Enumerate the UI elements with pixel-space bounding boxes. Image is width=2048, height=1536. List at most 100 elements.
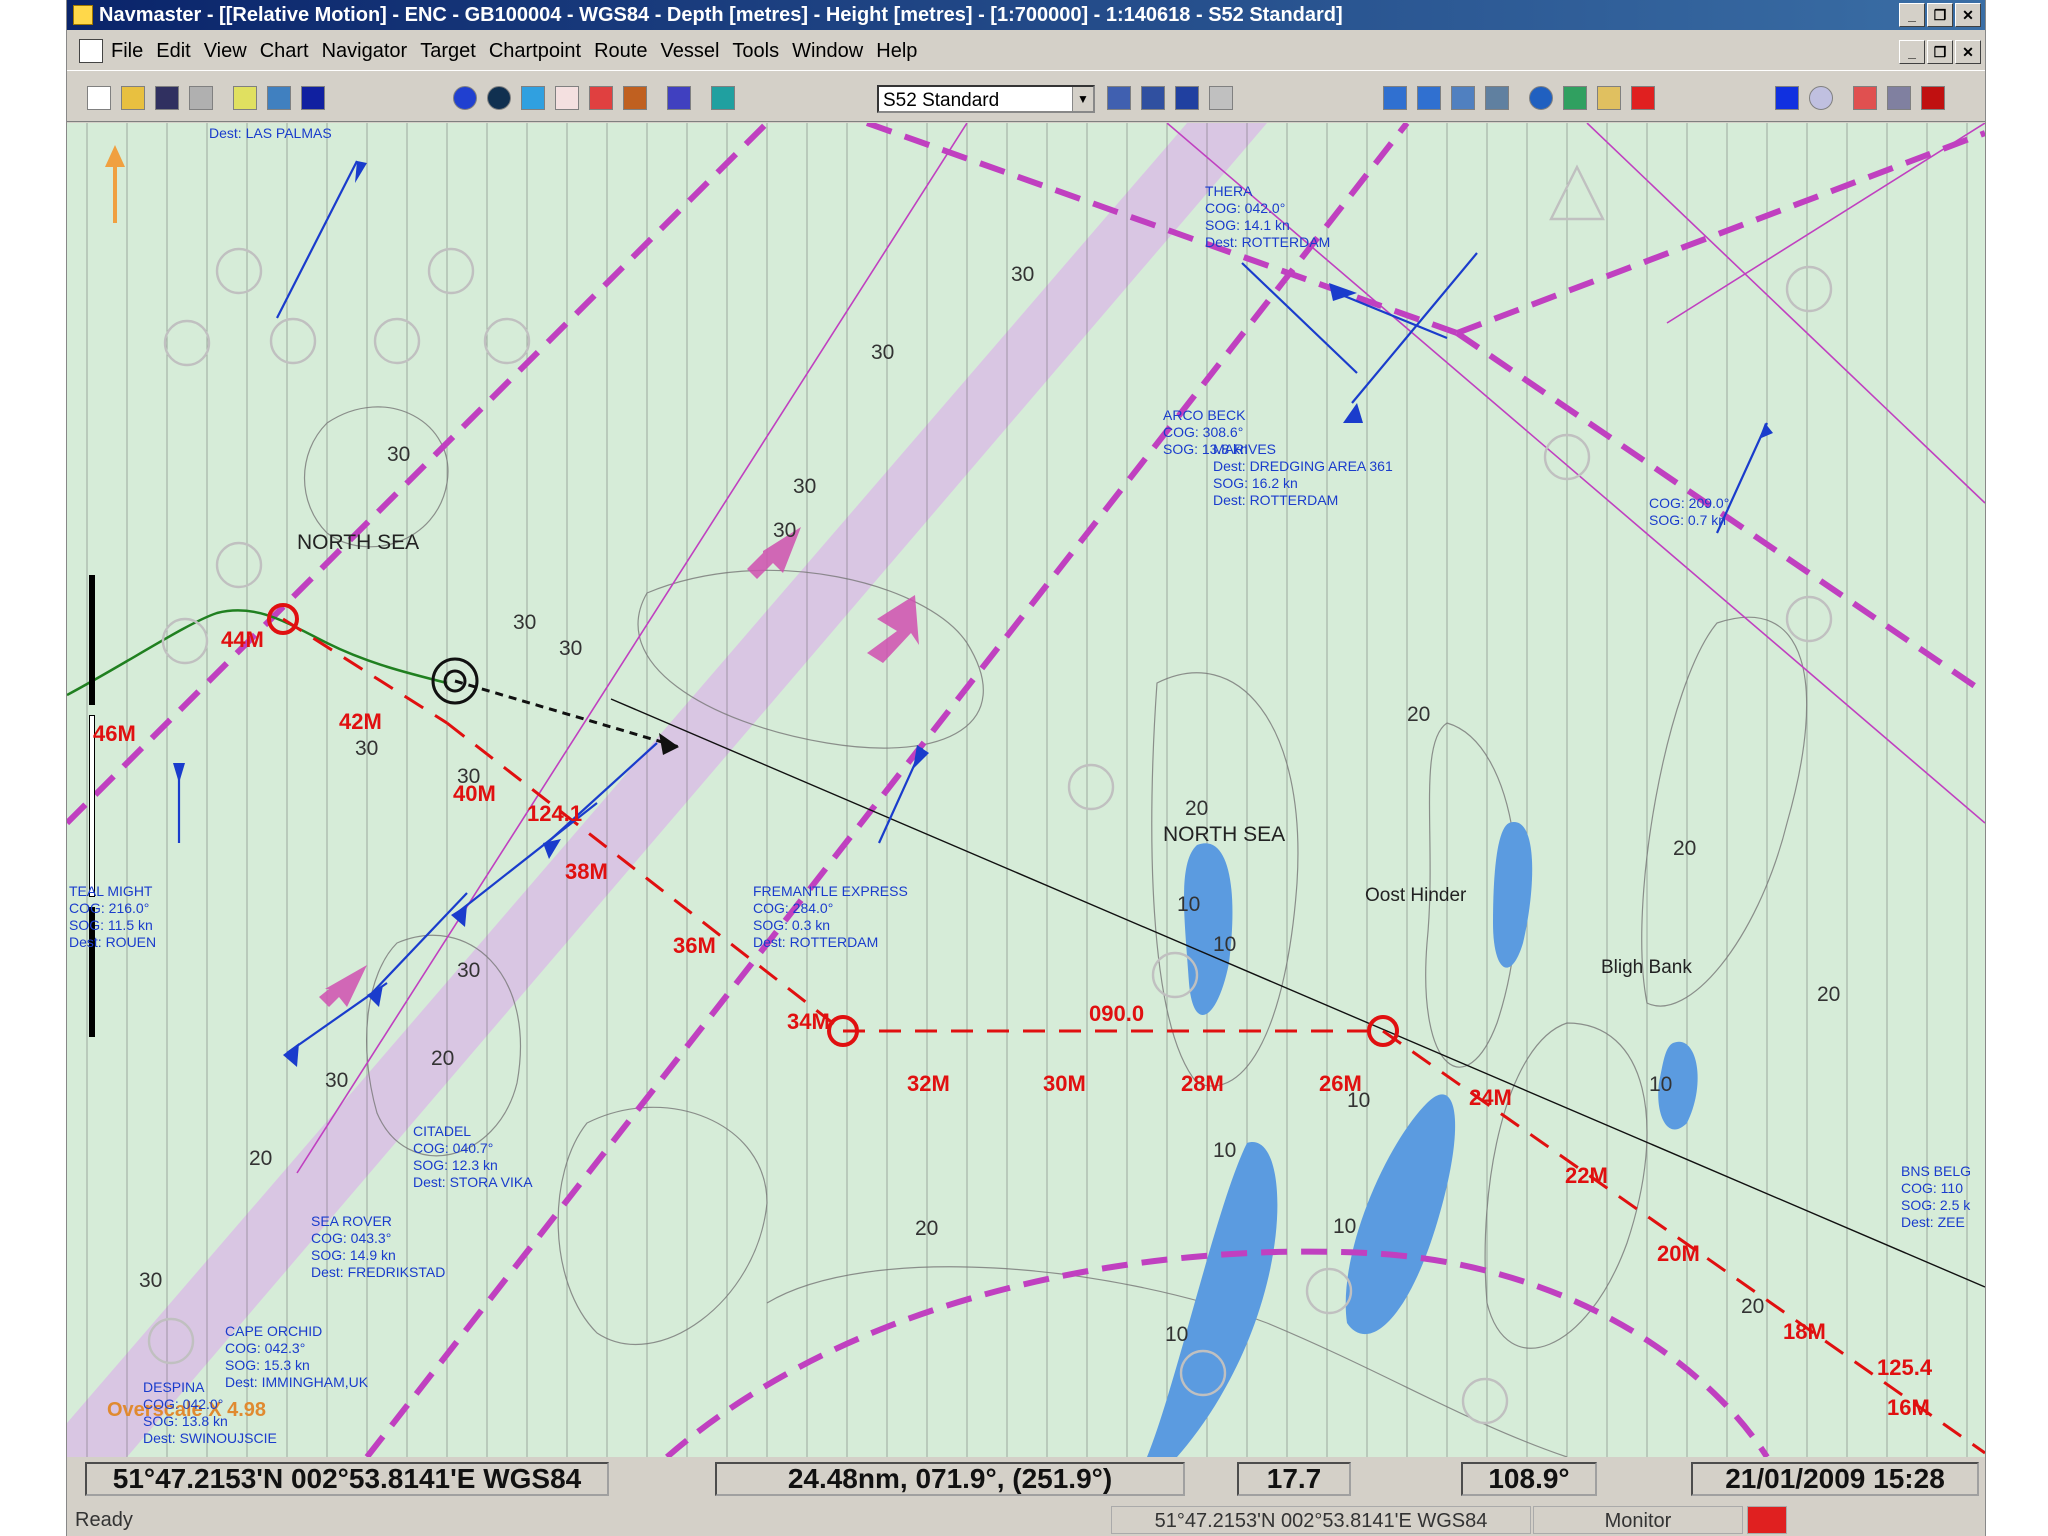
range-label: 22M bbox=[1565, 1163, 1608, 1188]
open-folder-icon[interactable] bbox=[121, 86, 145, 110]
vessel-label-line: COG: 110 bbox=[1901, 1180, 1963, 1196]
refresh-icon[interactable] bbox=[1563, 86, 1587, 110]
vessel-label[interactable]: THERA COG: 042.0° SOG: 14.1 kn Dest: ROT… bbox=[1205, 183, 1330, 251]
vessel-label[interactable]: CITADEL COG: 040.7° SOG: 12.3 kn Dest: S… bbox=[413, 1123, 533, 1191]
area-label: NORTH SEA bbox=[297, 531, 420, 554]
vessel-label-line: SOG: 13.8 kn bbox=[143, 1413, 228, 1429]
minimize-button[interactable]: _ bbox=[1899, 3, 1925, 27]
tide-icon[interactable] bbox=[521, 86, 545, 110]
vessel-label[interactable]: BNS BELG COG: 110 SOG: 2.5 k Dest: ZEE bbox=[1901, 1163, 1971, 1231]
vessel-label[interactable]: SEA ROVER COG: 043.3° SOG: 14.9 kn Dest:… bbox=[311, 1213, 445, 1281]
save-icon[interactable] bbox=[155, 86, 179, 110]
vessel-label-line: COG: 284.0° bbox=[753, 900, 834, 916]
doc-restore-button[interactable]: ❐ bbox=[1927, 40, 1953, 64]
vessel-label[interactable]: TEAL MIGHT COG: 216.0° SOG: 11.5 kn Dest… bbox=[69, 883, 156, 951]
depth-label: 30 bbox=[871, 341, 895, 364]
app-window: Navmaster - [[Relative Motion] - ENC - G… bbox=[66, 0, 1986, 1536]
range-label: 30M bbox=[1043, 1071, 1086, 1096]
day-palette-icon[interactable] bbox=[233, 86, 257, 110]
chart-folio-icon[interactable] bbox=[1107, 86, 1131, 110]
depth-label: 10 bbox=[1213, 1139, 1237, 1162]
route-leg-label: 124.1 bbox=[527, 801, 583, 826]
alarm-panel-icon[interactable] bbox=[1853, 86, 1877, 110]
close-button[interactable]: ✕ bbox=[1955, 3, 1981, 27]
route-draw-icon[interactable] bbox=[555, 86, 579, 110]
vessel-label-line: Dest: ROTTERDAM bbox=[1205, 234, 1331, 250]
new-file-icon[interactable] bbox=[87, 86, 111, 110]
menu-vessel[interactable]: Vessel bbox=[660, 40, 719, 63]
chart-catalogue-icon[interactable] bbox=[1141, 86, 1165, 110]
chart-update-icon[interactable] bbox=[1175, 86, 1199, 110]
vessel-label-line: FREMANTLE EXPRESS bbox=[753, 883, 908, 899]
speed-readout: 17.7 bbox=[1237, 1462, 1351, 1496]
range-label: 24M bbox=[1469, 1085, 1512, 1110]
display-mode-select[interactable]: S52 Standard ▼ bbox=[877, 85, 1095, 113]
measure-icon[interactable] bbox=[1597, 86, 1621, 110]
depth-label: 20 bbox=[1817, 983, 1841, 1006]
menu-chart[interactable]: Chart bbox=[260, 40, 309, 63]
menu-tools[interactable]: Tools bbox=[732, 40, 779, 63]
menu-file[interactable]: File bbox=[111, 40, 143, 63]
menu-window[interactable]: Window bbox=[792, 40, 863, 63]
tools-wrench-icon[interactable] bbox=[1887, 86, 1911, 110]
range-label: 20M bbox=[1657, 1241, 1700, 1266]
print-icon[interactable] bbox=[189, 86, 213, 110]
pan-icon[interactable] bbox=[1485, 86, 1509, 110]
chart-view[interactable]: NORTH SEA NORTH SEA Oost Hinder Bligh Ba… bbox=[67, 123, 1985, 1457]
chart-info-icon[interactable] bbox=[1209, 86, 1233, 110]
mode-indicator: Monitor bbox=[1533, 1506, 1743, 1534]
vessel-label[interactable]: FREMANTLE EXPRESS COG: 284.0° SOG: 0.3 k… bbox=[753, 883, 908, 951]
menu-chartpoint[interactable]: Chartpoint bbox=[489, 40, 581, 63]
vessel-label[interactable]: COG: 209.0° SOG: 0.7 kn bbox=[1649, 495, 1729, 529]
display-square-icon[interactable] bbox=[1775, 86, 1799, 110]
night-palette-icon[interactable] bbox=[301, 86, 325, 110]
depth-label: 10 bbox=[1333, 1215, 1357, 1238]
record-icon[interactable] bbox=[1921, 86, 1945, 110]
waypoint-icon[interactable] bbox=[589, 86, 613, 110]
menu-target[interactable]: Target bbox=[420, 40, 476, 63]
menu-help[interactable]: Help bbox=[876, 40, 917, 63]
globe-icon[interactable] bbox=[487, 86, 511, 110]
alarm-icon[interactable] bbox=[1747, 1506, 1787, 1534]
menu-edit[interactable]: Edit bbox=[156, 40, 190, 63]
range-label: 16M bbox=[1887, 1395, 1930, 1420]
vessel-label-line: SOG: 11.5 kn bbox=[69, 917, 153, 933]
compass-icon[interactable] bbox=[453, 86, 477, 110]
depth-label: 10 bbox=[1649, 1073, 1673, 1096]
vessel-label-line: SOG: 0.7 kn bbox=[1649, 512, 1727, 528]
restore-button[interactable]: ❐ bbox=[1927, 3, 1953, 27]
dusk-palette-icon[interactable] bbox=[267, 86, 291, 110]
doc-close-button[interactable]: ✕ bbox=[1955, 40, 1981, 64]
vessel-label-line: SOG: 14.1 kn bbox=[1205, 217, 1290, 233]
display-settings-icon[interactable] bbox=[711, 86, 735, 110]
vessel-label-line: SEA ROVER bbox=[311, 1213, 392, 1229]
app-icon bbox=[73, 5, 93, 25]
vessel-label-line: COG: 040.7° bbox=[413, 1140, 494, 1156]
range-label: 42M bbox=[339, 709, 382, 734]
document-icon[interactable] bbox=[79, 39, 103, 63]
range-label: 34M bbox=[787, 1009, 830, 1034]
menu-navigator[interactable]: Navigator bbox=[322, 40, 408, 63]
centre-vessel-icon[interactable] bbox=[1529, 86, 1553, 110]
menu-route[interactable]: Route bbox=[594, 40, 647, 63]
doc-minimize-button[interactable]: _ bbox=[1899, 40, 1925, 64]
zoom-in-icon[interactable] bbox=[1383, 86, 1407, 110]
status-bar: 51°47.2153'N 002°53.8141'E WGS84 24.48nm… bbox=[67, 1460, 1985, 1500]
chevron-down-icon[interactable]: ▼ bbox=[1072, 87, 1093, 111]
target-icon[interactable] bbox=[623, 86, 647, 110]
mob-icon[interactable] bbox=[1631, 86, 1655, 110]
chart-layers-icon[interactable] bbox=[667, 86, 691, 110]
vessel-label[interactable]: DESPINA COG: 042.0° SOG: 13.8 kn Dest: S… bbox=[143, 1379, 277, 1447]
menu-view[interactable]: View bbox=[204, 40, 247, 63]
vessel-label[interactable]: Dest: LAS PALMAS bbox=[209, 125, 332, 142]
vessel-label-line: COG: 308.6° bbox=[1163, 424, 1244, 440]
zoom-area-icon[interactable] bbox=[1451, 86, 1475, 110]
depth-label: 30 bbox=[793, 475, 817, 498]
vessel-label-line: Dest: ZEE bbox=[1901, 1214, 1965, 1230]
vessel-label-line: COG: 043.3° bbox=[311, 1230, 392, 1246]
settings-gear-icon[interactable] bbox=[1809, 86, 1833, 110]
range-label: 32M bbox=[907, 1071, 950, 1096]
zoom-out-icon[interactable] bbox=[1417, 86, 1441, 110]
vessel-label[interactable]: MARIVES Dest: DREDGING AREA 361 SOG: 16.… bbox=[1213, 441, 1393, 509]
vessel-label-line: BNS BELG bbox=[1901, 1163, 1972, 1179]
